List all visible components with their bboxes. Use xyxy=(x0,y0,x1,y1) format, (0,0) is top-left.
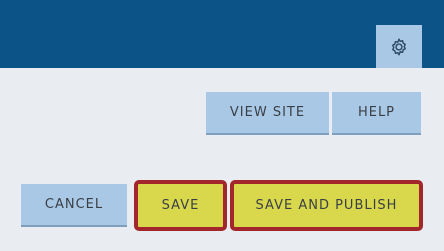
save-button[interactable]: SAVE xyxy=(134,180,227,231)
gear-icon xyxy=(392,37,406,56)
view-site-button[interactable]: VIEW SITE xyxy=(206,92,329,135)
help-button[interactable]: HELP xyxy=(332,92,421,135)
save-and-publish-button[interactable]: SAVE AND PUBLISH xyxy=(230,180,423,231)
cancel-button[interactable]: CANCEL xyxy=(21,184,127,227)
settings-button[interactable] xyxy=(376,25,422,68)
top-header-bar xyxy=(0,0,444,68)
